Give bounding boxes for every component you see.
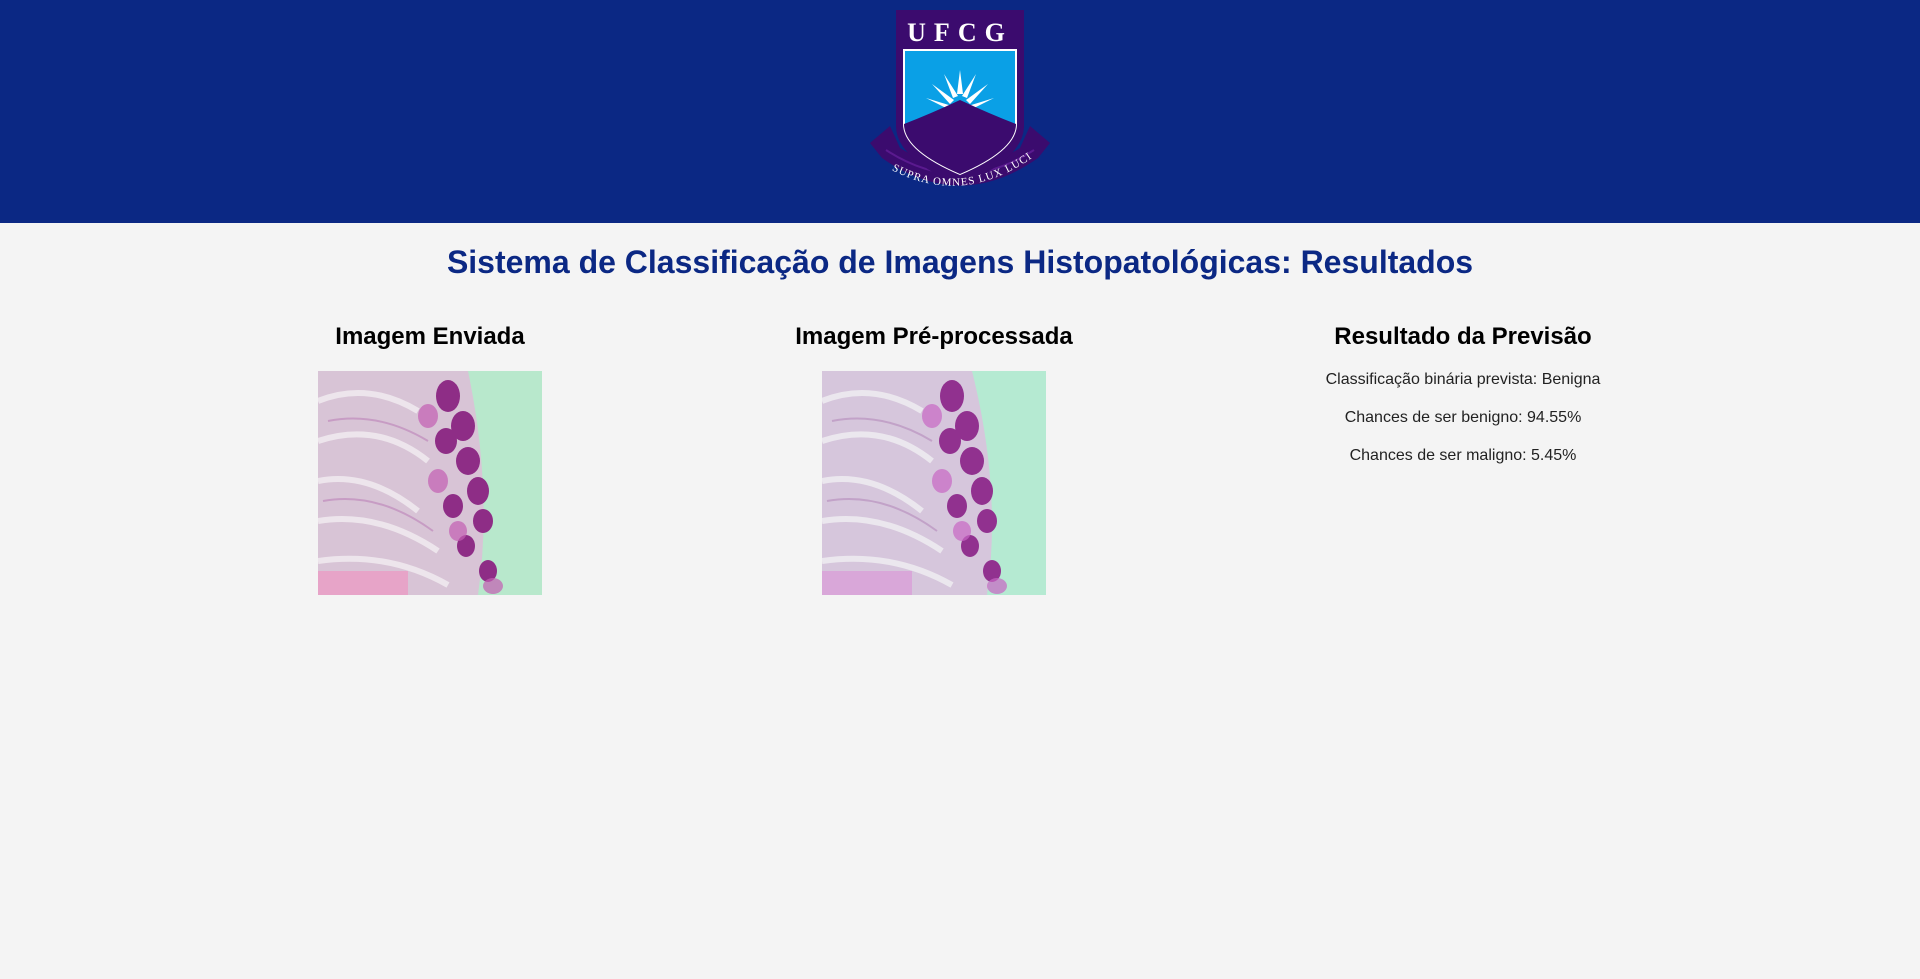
page-title: Sistema de Classificação de Imagens Hist… [446,244,1474,280]
preprocessed-histopathology-image [822,371,1046,595]
prediction-result-panel: Resultado da Previsão Classificação biná… [1213,322,1713,466]
svg-text:UFCG: UFCG [907,18,1013,47]
uploaded-image-heading: Imagem Enviada [335,323,525,350]
header-banner: UFCG SUPRA OMNES LUX LUCIS [0,0,1920,223]
preprocessed-image-heading: Imagem Pré-processada [795,323,1073,350]
preprocessed-image-panel: Imagem Pré-processada [684,322,1184,595]
prediction-heading: Resultado da Previsão [1334,323,1592,350]
uploaded-image-panel: Imagem Enviada [180,322,680,595]
binary-classification-text: Classificação binária prevista: Benigna [1325,371,1601,388]
ufcg-logo: UFCG SUPRA OMNES LUX LUCIS [860,8,1050,189]
benign-chance-text: Chances de ser benigno: 94.55% [1344,409,1582,426]
malignant-chance-text: Chances de ser maligno: 5.45% [1349,447,1577,464]
uploaded-histopathology-image [318,371,542,595]
